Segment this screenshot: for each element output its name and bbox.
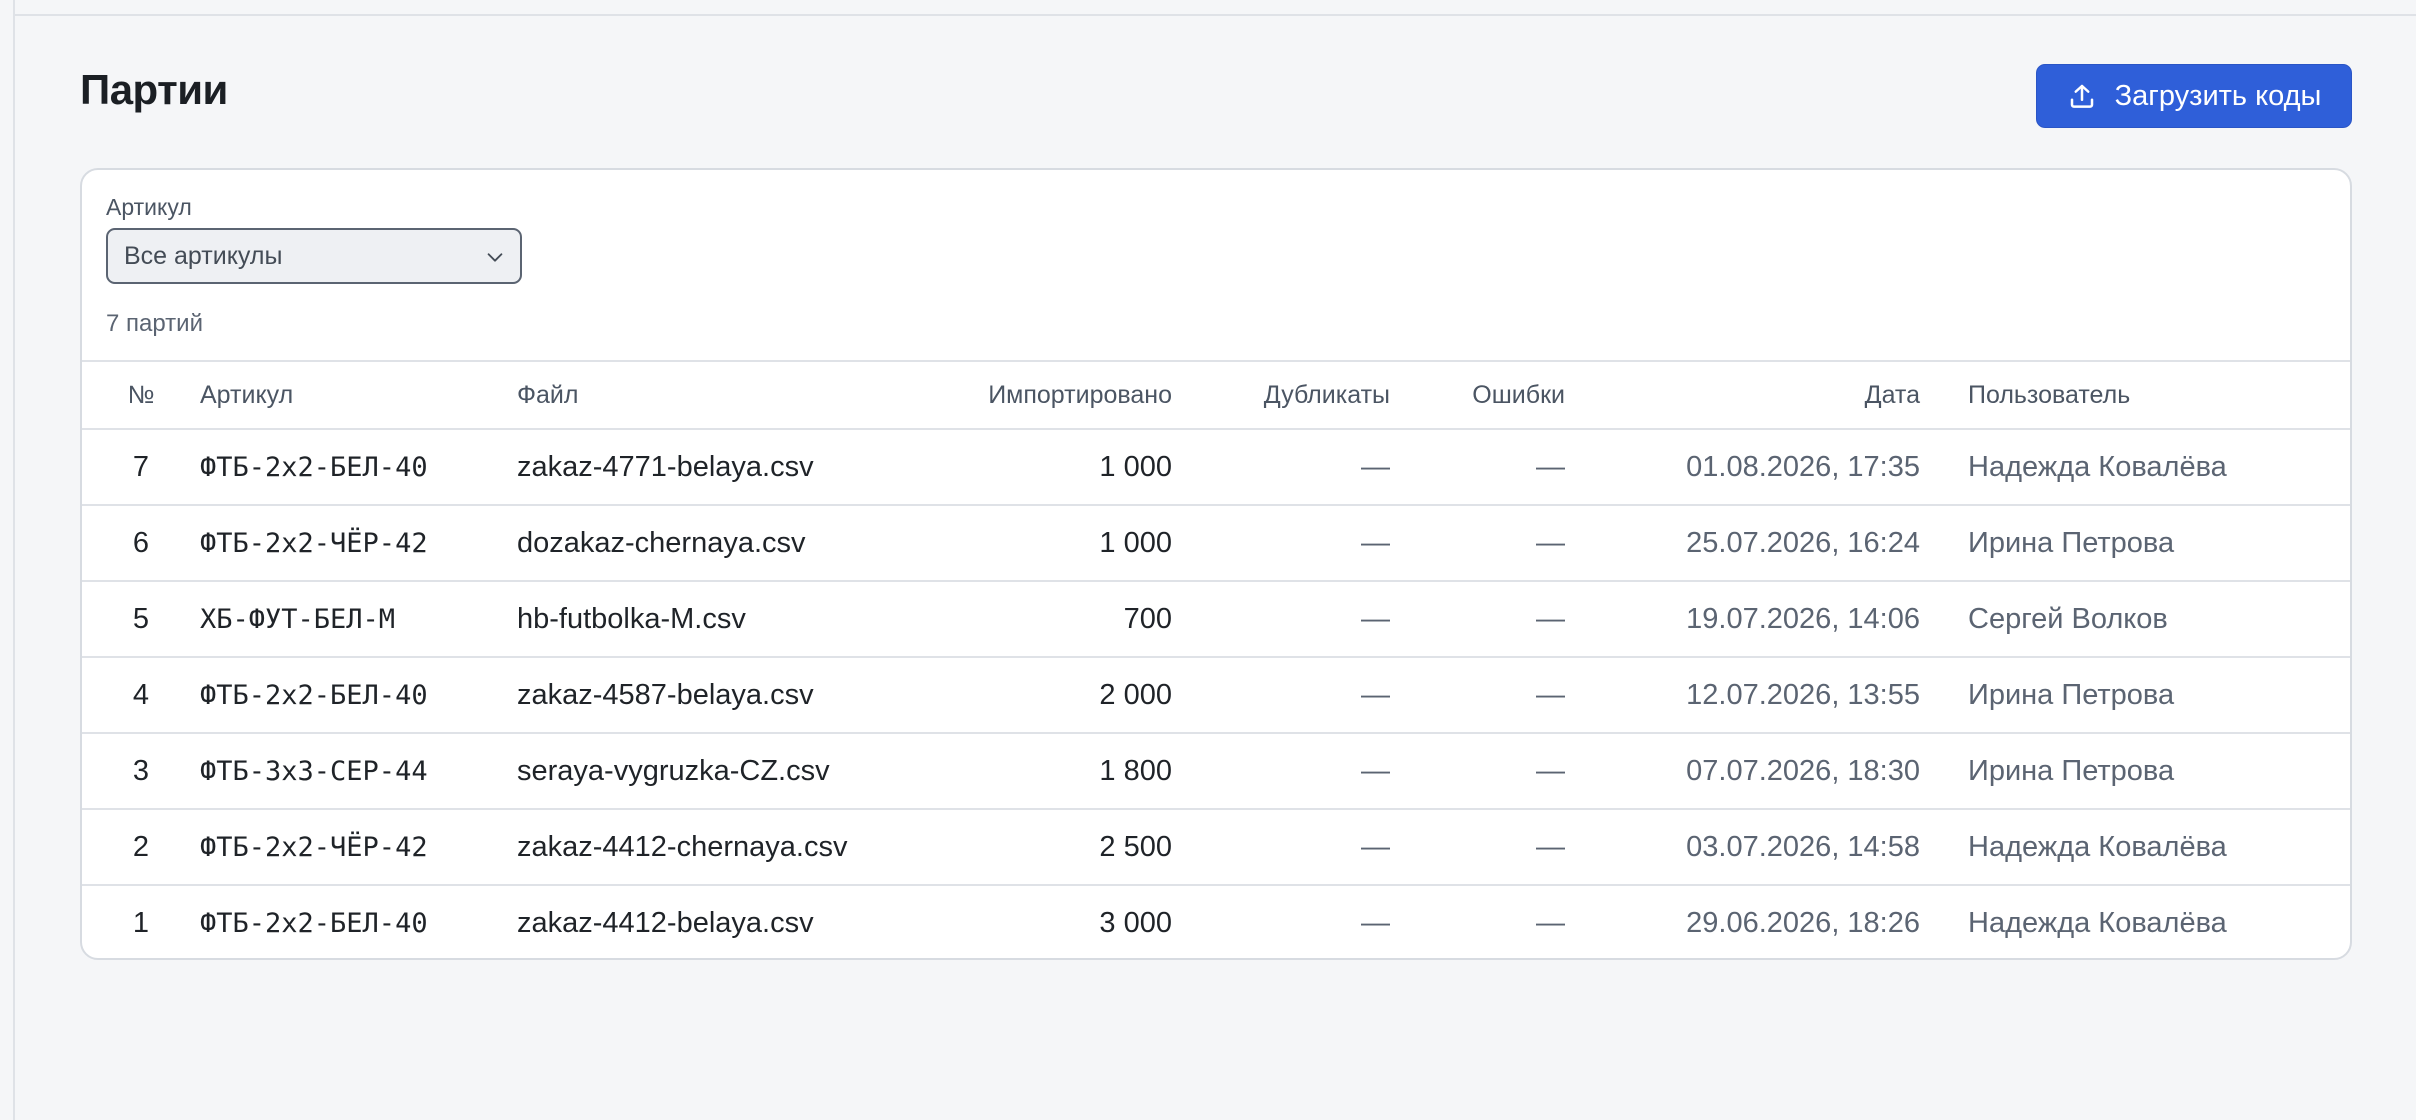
- cell-errors: —: [1390, 429, 1565, 506]
- cell-num: 5: [82, 581, 200, 658]
- cell-duplicates: —: [1172, 581, 1390, 658]
- left-rail: [0, 0, 15, 1120]
- cell-duplicates: —: [1172, 429, 1390, 506]
- cell-user: Надежда Ковалёва: [1920, 429, 2350, 506]
- batch-count: 7 партий: [106, 310, 203, 337]
- cell-duplicates: —: [1172, 657, 1390, 734]
- cell-article: ФТБ-2х2-ЧЁР-42: [200, 505, 517, 582]
- cell-file: hb-futbolka-M.csv: [517, 581, 947, 658]
- app: Партии Загрузить коды Артикул Все артику…: [0, 0, 2416, 1120]
- cell-errors: —: [1390, 809, 1565, 886]
- cell-date: 19.07.2026, 14:06: [1565, 581, 1920, 658]
- cell-errors: —: [1536, 907, 1565, 939]
- cell-imported: 1 800: [947, 733, 1172, 810]
- cell-duplicates: —: [1172, 733, 1390, 810]
- cell-num: 1: [132, 907, 150, 939]
- cell-file: zakaz-4587-belaya.csv: [517, 657, 947, 734]
- col-user: Пользователь: [1920, 360, 2350, 430]
- cell-imported: 1 000: [947, 429, 1172, 506]
- table-row[interactable]: 1 ФТБ-2х2-БЕЛ-40 zakaz-4412-belaya.csv 3…: [82, 885, 2350, 958]
- cell-imported: 3 000: [1099, 907, 1172, 939]
- upload-icon: [2067, 81, 2097, 111]
- cell-article: ФТБ-2х2-БЕЛ-40: [200, 429, 517, 506]
- cell-user: Надежда Ковалёва: [1968, 907, 2227, 939]
- cell-file: zakaz-4412-chernaya.csv: [517, 809, 947, 886]
- col-duplicates: Дубликаты: [1172, 360, 1390, 430]
- cell-date: 07.07.2026, 18:30: [1565, 733, 1920, 810]
- cell-imported: 2 500: [947, 809, 1172, 886]
- cell-num: 7: [82, 429, 200, 506]
- col-article: Артикул: [200, 360, 517, 430]
- table-row[interactable]: 5 ХБ-ФУТ-БЕЛ-М hb-futbolka-M.csv 700 — —…: [82, 581, 2350, 658]
- batches-table: № Артикул Файл Импортировано Дубликаты О…: [82, 360, 2350, 958]
- table-row[interactable]: 2 ФТБ-2х2-ЧЁР-42 zakaz-4412-chernaya.csv…: [82, 809, 2350, 886]
- upload-codes-button[interactable]: Загрузить коды: [2036, 64, 2352, 128]
- chevron-down-icon: [484, 246, 506, 268]
- table-row[interactable]: 6 ФТБ-2х2-ЧЁР-42 dozakaz-chernaya.csv 1 …: [82, 505, 2350, 582]
- cell-file: zakaz-4412-belaya.csv: [517, 907, 814, 939]
- article-select[interactable]: Все артикулы: [106, 228, 522, 284]
- cell-num: 4: [82, 657, 200, 734]
- cell-num: 3: [82, 733, 200, 810]
- cell-date: 03.07.2026, 14:58: [1565, 809, 1920, 886]
- article-filter-label: Артикул: [106, 194, 192, 220]
- cell-file: seraya-vygruzka-CZ.csv: [517, 733, 947, 810]
- cell-date: 12.07.2026, 13:55: [1565, 657, 1920, 734]
- cell-imported: 700: [947, 581, 1172, 658]
- cell-user: Ирина Петрова: [1920, 657, 2350, 734]
- col-date: Дата: [1565, 360, 1920, 430]
- cell-user: Ирина Петрова: [1920, 733, 2350, 810]
- cell-date: 29.06.2026, 18:26: [1686, 907, 1920, 939]
- cell-duplicates: —: [1172, 809, 1390, 886]
- cell-date: 01.08.2026, 17:35: [1565, 429, 1920, 506]
- cell-errors: —: [1390, 657, 1565, 734]
- cell-user: Сергей Волков: [1920, 581, 2350, 658]
- table-row[interactable]: 3 ФТБ-3х3-СЕР-44 seraya-vygruzka-CZ.csv …: [82, 733, 2350, 810]
- table-row[interactable]: 4 ФТБ-2х2-БЕЛ-40 zakaz-4587-belaya.csv 2…: [82, 657, 2350, 734]
- col-num: №: [82, 360, 200, 430]
- top-bar: [15, 0, 2416, 16]
- col-imported: Импортировано: [947, 360, 1172, 430]
- cell-imported: 1 000: [947, 505, 1172, 582]
- cell-user: Ирина Петрова: [1920, 505, 2350, 582]
- table-row[interactable]: 7 ФТБ-2х2-БЕЛ-40 zakaz-4771-belaya.csv 1…: [82, 429, 2350, 506]
- cell-errors: —: [1390, 733, 1565, 810]
- cell-article: ХБ-ФУТ-БЕЛ-М: [200, 581, 517, 658]
- cell-num: 6: [82, 505, 200, 582]
- col-errors: Ошибки: [1390, 360, 1565, 430]
- cell-file: zakaz-4771-belaya.csv: [517, 429, 947, 506]
- cell-date: 25.07.2026, 16:24: [1565, 505, 1920, 582]
- table-header-row: № Артикул Файл Импортировано Дубликаты О…: [82, 360, 2350, 430]
- upload-codes-label: Загрузить коды: [2114, 79, 2322, 112]
- cell-file: dozakaz-chernaya.csv: [517, 505, 947, 582]
- cell-errors: —: [1390, 505, 1565, 582]
- cell-duplicates: —: [1172, 505, 1390, 582]
- cell-duplicates: —: [1361, 907, 1390, 939]
- batches-card: Артикул Все артикулы 7 партий № Артикул …: [80, 168, 2352, 960]
- cell-user: Надежда Ковалёва: [1920, 809, 2350, 886]
- cell-imported: 2 000: [947, 657, 1172, 734]
- cell-article: ФТБ-2х2-БЕЛ-40: [200, 657, 517, 734]
- article-select-value: Все артикулы: [124, 241, 283, 270]
- cell-article: ФТБ-3х3-СЕР-44: [200, 733, 517, 810]
- cell-article: ФТБ-2х2-ЧЁР-42: [200, 809, 517, 886]
- page-title: Партии: [80, 66, 228, 113]
- cell-article: ФТБ-2х2-БЕЛ-40: [200, 908, 428, 939]
- cell-errors: —: [1390, 581, 1565, 658]
- cell-num: 2: [82, 809, 200, 886]
- col-file: Файл: [517, 360, 947, 430]
